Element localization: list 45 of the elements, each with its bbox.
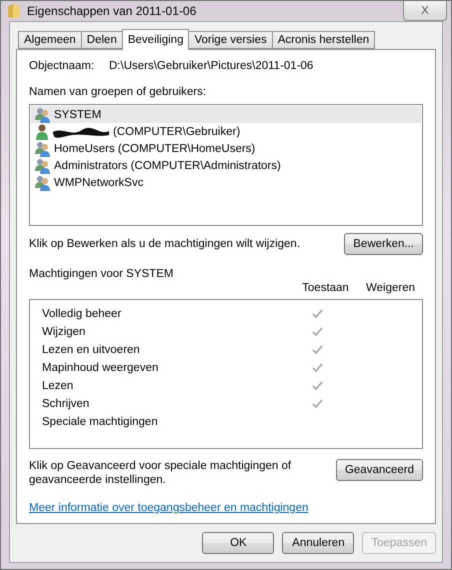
user-group-icon — [35, 174, 51, 190]
edit-button[interactable]: Bewerken... — [344, 233, 423, 255]
tab[interactable]: Delen — [80, 31, 123, 49]
user-list-item[interactable]: SYSTEM — [31, 106, 421, 123]
check-icon — [312, 363, 324, 373]
tab[interactable]: Vorige versies — [188, 31, 273, 49]
help-link[interactable]: Meer informatie over toegangsbeheer en machtigingen — [29, 501, 308, 515]
permission-name: Volledig beheer — [42, 307, 122, 321]
advanced-button[interactable]: Geavanceerd — [336, 459, 423, 481]
permission-name: Lezen — [42, 379, 74, 393]
edit-hint: Klik op Bewerken als u de machtigingen wilt wijzigen. — [29, 237, 300, 251]
permission-name: Wijzigen — [42, 325, 86, 339]
tab[interactable]: Beveiliging — [122, 29, 190, 50]
object-path: D:\Users\Gebruiker\Pictures\2011-01-06 — [109, 59, 314, 73]
close-button[interactable]: X — [403, 1, 447, 21]
permission-name: Speciale machtigingen — [42, 415, 159, 429]
permissions-label: Machtigingen voor SYSTEM — [29, 267, 174, 281]
users-label: Namen van groepen of gebruikers: — [29, 85, 208, 99]
permission-name: Schrijven — [42, 397, 90, 411]
column-header: Toestaan — [301, 281, 350, 295]
user-icon — [35, 124, 49, 140]
tab[interactable]: Algemeen — [18, 31, 82, 49]
column-header: Weigeren — [364, 281, 416, 295]
permission-name: Mapinhoud weergeven — [42, 361, 160, 375]
object-label: Objectnaam: — [29, 59, 96, 73]
dialog-button[interactable]: OK — [202, 532, 274, 554]
user-list-item[interactable]: WMPNetworkSvc — [31, 174, 421, 191]
dialog-button[interactable]: Annuleren — [282, 532, 354, 554]
user-group-icon — [35, 140, 51, 156]
user-list-item[interactable]: HomeUsers (COMPUTER\HomeUsers) — [31, 140, 421, 157]
window-title: Eigenschappen van 2011-01-06 — [27, 4, 198, 18]
permission-name: Lezen en uitvoeren — [42, 343, 141, 357]
advanced-hint: Klik op Geavanceerd voor speciale machtigingen of geavanceerde instellingen. — [29, 459, 292, 487]
check-icon — [312, 399, 324, 409]
user-group-icon — [35, 106, 51, 122]
redaction-scribble — [52, 126, 110, 138]
tab[interactable]: Acronis herstellen — [272, 31, 376, 49]
user-group-icon — [35, 158, 51, 174]
check-icon — [312, 381, 324, 391]
user-list-item[interactable]: (COMPUTER\Gebruiker) — [31, 123, 421, 140]
folder-icon — [7, 3, 21, 19]
check-icon — [312, 327, 324, 337]
check-icon — [312, 309, 324, 319]
check-icon — [312, 345, 324, 355]
user-list-item[interactable]: Administrators (COMPUTER\Administrators) — [31, 157, 421, 174]
